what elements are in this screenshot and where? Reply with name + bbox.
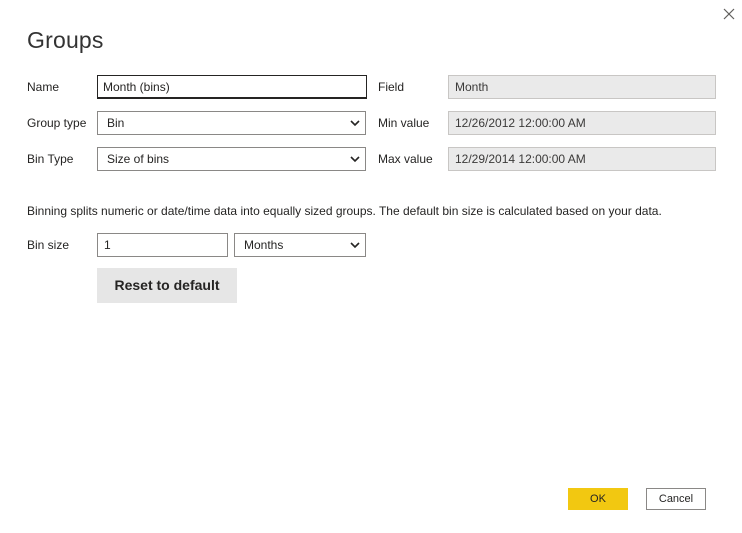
- dialog-title: Groups: [27, 27, 104, 53]
- name-input[interactable]: Month (bins): [97, 75, 367, 99]
- bin-type-label: Bin Type: [27, 152, 74, 166]
- reset-to-default-button[interactable]: Reset to default: [97, 268, 237, 303]
- bin-unit-select[interactable]: Months: [234, 233, 366, 257]
- close-button[interactable]: [718, 3, 740, 25]
- group-type-value: Bin: [107, 116, 125, 130]
- close-icon: [723, 8, 735, 20]
- field-label: Field: [378, 80, 405, 94]
- chevron-down-icon: [350, 119, 360, 127]
- bin-size-label: Bin size: [27, 238, 70, 252]
- group-type-label: Group type: [27, 116, 87, 130]
- cancel-button[interactable]: Cancel: [646, 488, 706, 510]
- group-type-select[interactable]: Bin: [97, 111, 366, 135]
- chevron-down-icon: [350, 155, 360, 163]
- bin-type-select[interactable]: Size of bins: [97, 147, 366, 171]
- min-value-label: Min value: [378, 116, 430, 130]
- ok-button[interactable]: OK: [568, 488, 628, 510]
- max-value-label: Max value: [378, 152, 433, 166]
- min-value-field: 12/26/2012 12:00:00 AM: [448, 111, 716, 135]
- bin-size-input[interactable]: 1: [97, 233, 228, 257]
- name-label: Name: [27, 80, 60, 94]
- bin-unit-value: Months: [244, 238, 284, 252]
- bin-type-value: Size of bins: [107, 152, 170, 166]
- field-value: Month: [448, 75, 716, 99]
- max-value-field: 12/29/2014 12:00:00 AM: [448, 147, 716, 171]
- chevron-down-icon: [350, 241, 360, 249]
- binning-hint: Binning splits numeric or date/time data…: [27, 204, 662, 218]
